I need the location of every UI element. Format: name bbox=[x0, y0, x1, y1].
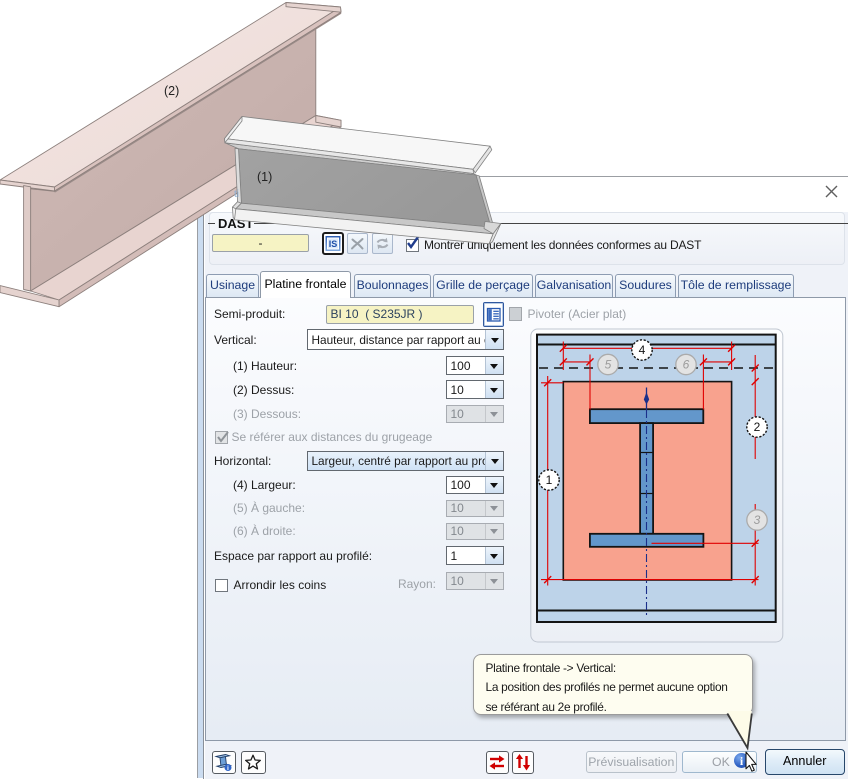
svg-text:6: 6 bbox=[683, 358, 690, 372]
svg-text:4: 4 bbox=[639, 343, 646, 357]
svg-text:2: 2 bbox=[754, 420, 761, 434]
svg-text:i: i bbox=[227, 765, 229, 772]
svg-text:(2): (2) bbox=[164, 84, 179, 98]
svg-text:3: 3 bbox=[754, 513, 761, 527]
svg-text:(1): (1) bbox=[257, 170, 272, 184]
svg-text:1: 1 bbox=[546, 473, 553, 487]
svg-text:5: 5 bbox=[605, 358, 612, 372]
